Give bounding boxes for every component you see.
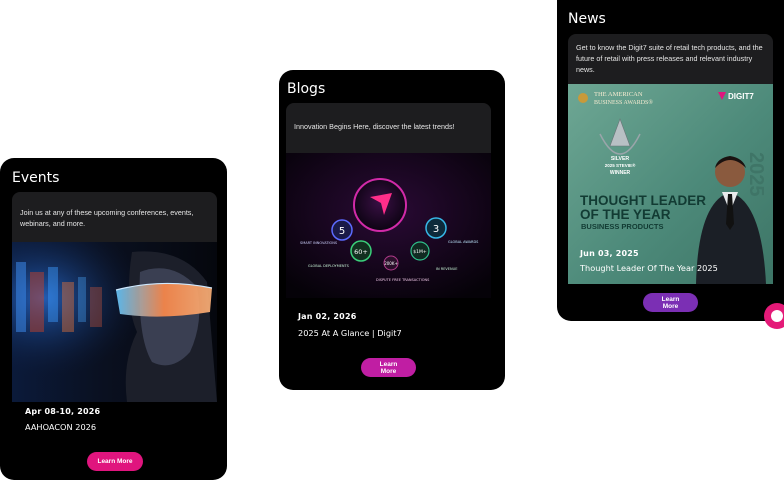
blogs-learn-more-button[interactable]: Learn More [361,358,416,377]
stat-left: 5 [339,226,345,237]
year-vertical: 2025 [745,152,767,197]
headline-line1: THOUGHT LEADER [580,193,706,208]
events-description: Join us at any of these upcoming confere… [12,192,217,242]
value-5m: $1M+ [413,249,427,255]
award-headline: THOUGHT LEADER OF THE YEAR [580,194,706,222]
news-title: News [568,11,606,27]
news-date: Jun 03, 2025 [580,249,639,258]
blogs-image: 5 3 60+ $1M+ 200K+ SMART INNOVATIONS GLO… [286,153,491,298]
stat-center: 60+ [354,248,368,256]
events-item-title: AAHOACON 2026 [25,422,97,432]
events-image [12,242,217,402]
label-trans: DISPUTE FREE TRANSACTIONS [376,278,430,282]
value-200k: 200K+ [384,261,398,266]
infographic-image: 5 3 60+ $1M+ 200K+ SMART INNOVATIONS GLO… [286,153,491,298]
news-learn-more-button[interactable]: Learn More [643,293,698,312]
label-smart: SMART INNOVATIONS [300,241,338,245]
news-item-title: Thought Leader Of The Year 2025 [580,263,718,273]
blogs-card: Blogs Innovation Begins Here, discover t… [279,70,505,390]
chat-widget-button[interactable] [764,303,784,329]
org-line1: THE AMERICAN [594,91,643,98]
blogs-title: Blogs [287,81,326,97]
blogs-description: Innovation Begins Here, discover the lat… [286,103,491,153]
events-card: Events Join us at any of these upcoming … [0,158,227,480]
label-global-awards: GLOBAL AWARDS [448,240,479,244]
events-learn-more-button[interactable]: Learn More [87,452,143,471]
label-global-deploy: GLOBAL DEPLOYMENTS [308,264,350,268]
blogs-date: Jan 02, 2026 [298,312,357,321]
trophy-line2: 2025 STEVIE® [605,162,636,168]
digit7-logo: DIGIT7 [728,92,754,101]
stat-right: 3 [433,224,439,235]
events-date: Apr 08-10, 2026 [25,407,101,416]
events-title: Events [12,170,60,186]
trophy-line3: WINNER [610,170,631,176]
trophy-line1: SILVER [611,156,630,162]
headline-line2: OF THE YEAR [580,207,671,222]
label-revenue: IN REVENUE [436,267,457,271]
vr-woman-image [12,242,217,402]
news-description: Get to know the Digit7 suite of retail t… [568,34,773,84]
blogs-item-title: 2025 At A Glance | Digit7 [298,328,402,338]
news-card: News Get to know the Digit7 suite of ret… [557,0,784,321]
org-line2: BUSINESS AWARDS® [594,99,653,106]
award-subhead: BUSINESS PRODUCTS [581,222,664,231]
